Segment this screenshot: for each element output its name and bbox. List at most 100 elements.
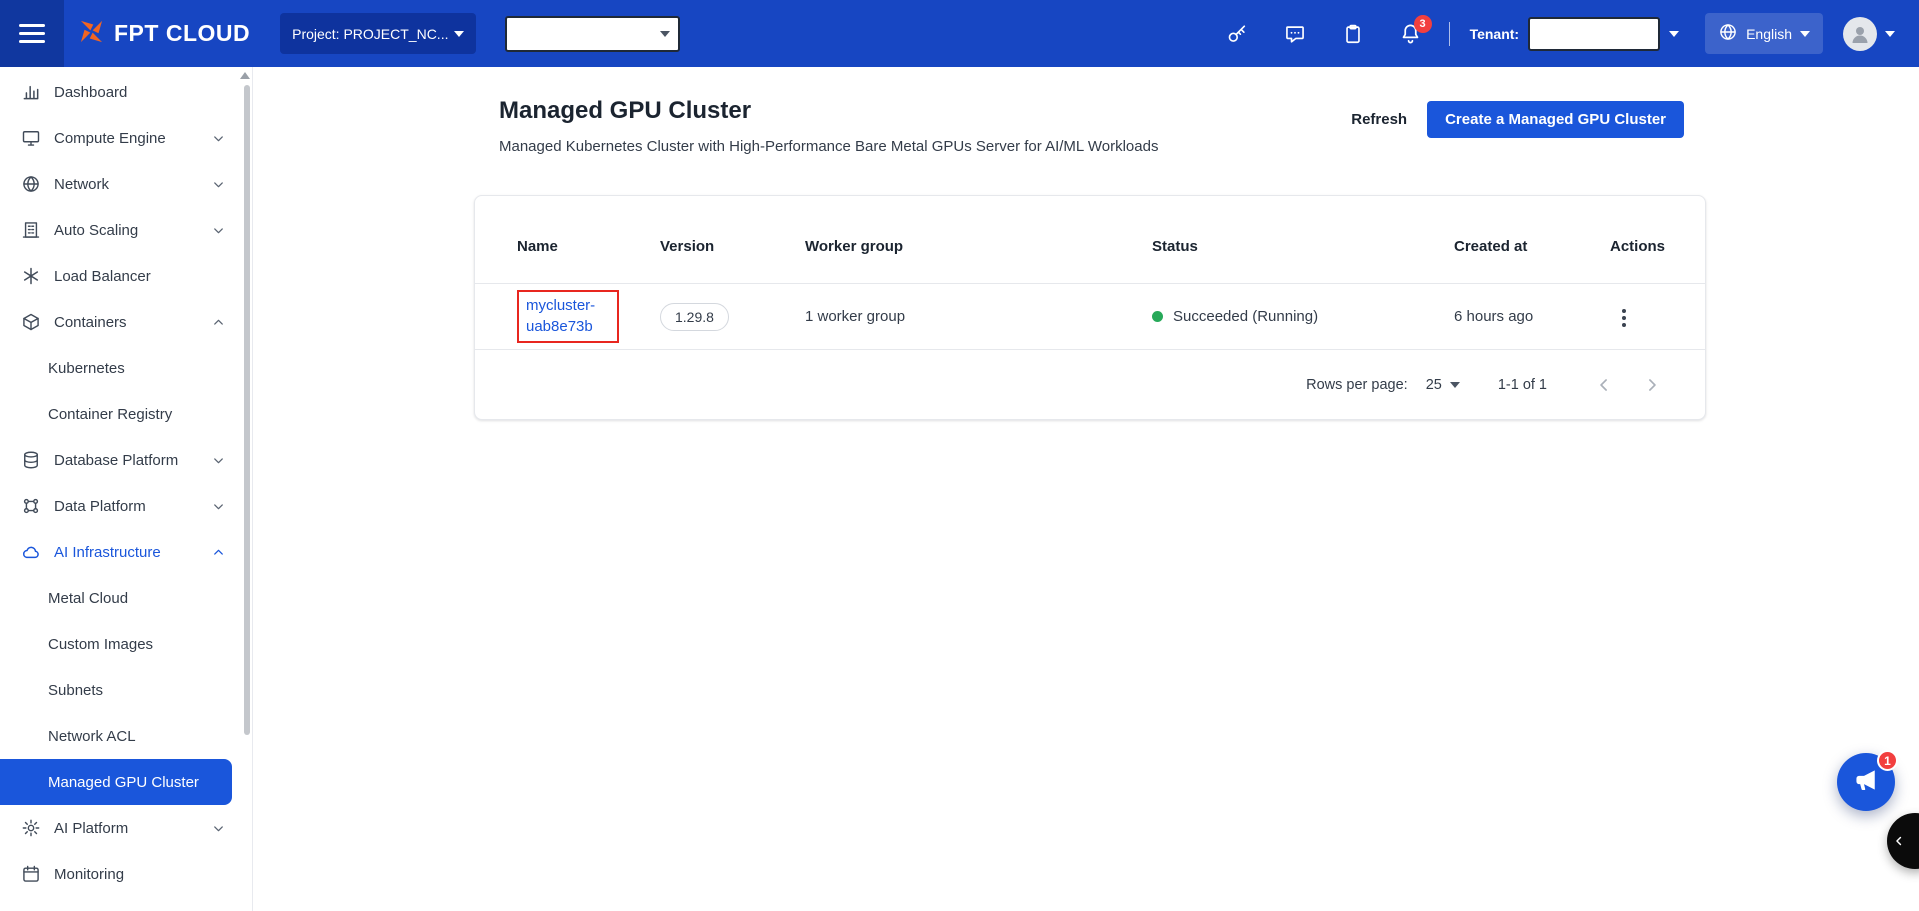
- sidebar-item-label: Compute Engine: [54, 130, 166, 147]
- chevron-down-icon: [211, 177, 226, 192]
- cluster-name-link[interactable]: mycluster-uab8e73b: [526, 296, 610, 337]
- chevron-down-icon[interactable]: [1669, 31, 1679, 37]
- page-subtitle: Managed Kubernetes Cluster with High-Per…: [499, 138, 1158, 155]
- hamburger-menu-button[interactable]: [0, 0, 64, 67]
- topbar-divider: [1449, 22, 1450, 46]
- table-row: mycluster-uab8e73b 1.29.8 1 worker group…: [475, 284, 1705, 350]
- sidebar-item-label: Kubernetes: [48, 360, 125, 377]
- status-cell: Succeeded (Running): [1152, 308, 1454, 325]
- sidebar-item-monitoring[interactable]: Monitoring: [0, 851, 252, 897]
- load-balancer-icon: [20, 266, 41, 287]
- annotation-box: mycluster-uab8e73b: [517, 290, 619, 343]
- refresh-button[interactable]: Refresh: [1351, 111, 1407, 128]
- chevron-down-icon: [211, 131, 226, 146]
- megaphone-icon: [1852, 766, 1880, 799]
- topbar: FPT CLOUD Project: PROJECT_NC...: [0, 0, 1919, 67]
- chevron-up-icon: [211, 315, 226, 330]
- topbar-right-group: 3 Tenant: English: [1225, 13, 1895, 54]
- sidebar-item-load-balancer[interactable]: Load Balancer: [0, 253, 252, 299]
- main-content: Managed GPU Cluster Managed Kubernetes C…: [253, 67, 1919, 911]
- sidebar-scrollbar[interactable]: [244, 85, 250, 735]
- sidebar-item-custom-images[interactable]: Custom Images: [0, 621, 252, 667]
- sidebar-item-network[interactable]: Network: [0, 161, 252, 207]
- language-selector[interactable]: English: [1705, 13, 1823, 54]
- sidebar-item-label: Metal Cloud: [48, 590, 128, 607]
- worker-group-cell: 1 worker group: [805, 308, 1152, 325]
- announcements-button[interactable]: 1: [1837, 753, 1895, 811]
- sidebar-item-label: Containers: [54, 314, 127, 331]
- key-icon[interactable]: [1225, 22, 1249, 46]
- cluster-table-card: Name Version Worker group Status Created…: [474, 195, 1706, 420]
- sidebar-item-metal-cloud[interactable]: Metal Cloud: [0, 575, 252, 621]
- sidebar-item-database-platform[interactable]: Database Platform: [0, 437, 252, 483]
- topbar-search-box[interactable]: [505, 16, 680, 52]
- previous-page-button[interactable]: [1591, 372, 1617, 398]
- column-header-actions: Actions: [1610, 238, 1685, 255]
- notifications-bell-icon[interactable]: 3: [1399, 22, 1423, 46]
- sidebar-item-label: AI Platform: [54, 820, 128, 837]
- logo-text: FPT CLOUD: [114, 20, 250, 47]
- chevron-down-icon: [211, 223, 226, 238]
- fpt-logo-icon: [78, 18, 105, 50]
- column-header-name: Name: [517, 238, 660, 255]
- column-header-status: Status: [1152, 238, 1454, 255]
- sidebar-item-dashboard[interactable]: Dashboard: [0, 69, 252, 115]
- sidebar-item-managed-gpu-cluster[interactable]: Managed GPU Cluster: [0, 759, 232, 805]
- rows-per-page-select[interactable]: 25: [1426, 377, 1460, 393]
- sidebar-item-container-registry[interactable]: Container Registry: [0, 391, 252, 437]
- calendar-icon: [20, 864, 41, 885]
- table-header-row: Name Version Worker group Status Created…: [475, 196, 1705, 284]
- column-header-created-at: Created at: [1454, 238, 1610, 255]
- chat-icon[interactable]: [1283, 22, 1307, 46]
- dashboard-chart-icon: [20, 82, 41, 103]
- create-cluster-button[interactable]: Create a Managed GPU Cluster: [1427, 101, 1684, 138]
- sidebar-item-subnets[interactable]: Subnets: [0, 667, 252, 713]
- sidebar-item-label: Managed GPU Cluster: [48, 774, 199, 791]
- pagination-bar: Rows per page: 25 1-1 of 1: [475, 350, 1705, 419]
- chevron-down-icon: [1885, 31, 1895, 37]
- sidebar-item-label: Network ACL: [48, 728, 136, 745]
- avatar: [1843, 17, 1877, 51]
- sidebar-item-data-platform[interactable]: Data Platform: [0, 483, 252, 529]
- next-page-button[interactable]: [1639, 372, 1665, 398]
- sidebar-item-label: Data Platform: [54, 498, 146, 515]
- sidebar-item-label: Subnets: [48, 682, 103, 699]
- sidebar-item-ai-platform[interactable]: AI Platform: [0, 805, 252, 851]
- tenant-label: Tenant:: [1470, 26, 1520, 42]
- monitor-icon: [20, 128, 41, 149]
- project-selector[interactable]: Project: PROJECT_NC...: [280, 13, 476, 54]
- search-input[interactable]: [515, 26, 660, 42]
- chevron-down-icon: [1800, 31, 1810, 37]
- chevron-down-icon[interactable]: [660, 31, 670, 37]
- sidebar-item-label: Database Platform: [54, 452, 178, 469]
- chevron-down-icon: [211, 453, 226, 468]
- globe-icon: [1718, 22, 1738, 45]
- scrollbar-up-arrow[interactable]: [240, 72, 250, 79]
- chevron-down-icon: [1450, 382, 1460, 388]
- sidebar-item-auto-scaling[interactable]: Auto Scaling: [0, 207, 252, 253]
- sidebar-item-label: Custom Images: [48, 636, 153, 653]
- sidebar-item-containers[interactable]: Containers: [0, 299, 252, 345]
- chevron-down-icon: [211, 821, 226, 836]
- clipboard-icon[interactable]: [1341, 22, 1365, 46]
- tenant-input[interactable]: [1528, 17, 1660, 51]
- sidebar-item-ai-infrastructure[interactable]: AI Infrastructure: [0, 529, 252, 575]
- column-header-version: Version: [660, 238, 805, 255]
- globe-icon: [20, 174, 41, 195]
- page-title: Managed GPU Cluster: [499, 97, 1158, 125]
- nodes-icon: [20, 496, 41, 517]
- chevron-down-icon: [211, 499, 226, 514]
- user-menu[interactable]: [1843, 17, 1895, 51]
- rows-per-page-label: Rows per page:: [1306, 377, 1408, 393]
- fpt-cloud-logo[interactable]: FPT CLOUD: [78, 18, 250, 50]
- row-actions-menu-icon[interactable]: [1616, 303, 1632, 333]
- sidebar-item-label: Container Registry: [48, 406, 172, 423]
- package-icon: [20, 312, 41, 333]
- sidebar-item-network-acl[interactable]: Network ACL: [0, 713, 252, 759]
- hamburger-icon: [19, 19, 45, 48]
- sidebar-item-compute-engine[interactable]: Compute Engine: [0, 115, 252, 161]
- sidebar-item-kubernetes[interactable]: Kubernetes: [0, 345, 252, 391]
- gear-icon: [20, 818, 41, 839]
- chevron-down-icon: [454, 31, 464, 37]
- sidebar-item-label: AI Infrastructure: [54, 544, 161, 561]
